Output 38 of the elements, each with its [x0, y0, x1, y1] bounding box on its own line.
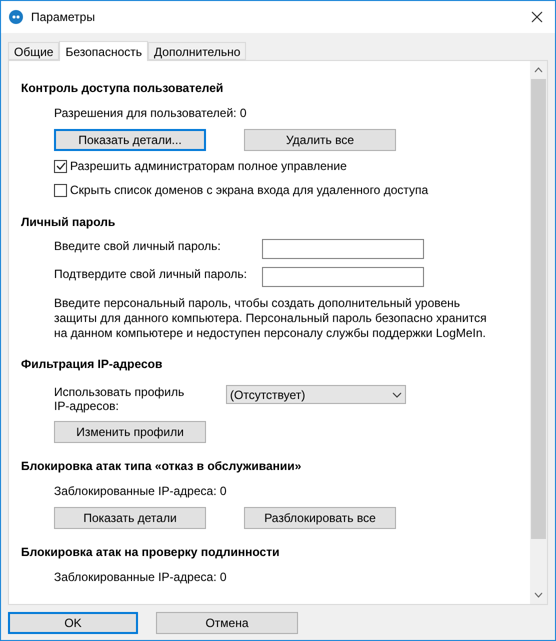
close-icon[interactable]	[531, 11, 543, 23]
section-heading: Личный пароль	[21, 214, 116, 231]
section-heading: Контроль доступа пользователей	[21, 80, 224, 97]
tab[interactable]: Безопасность	[59, 41, 148, 61]
section-heading: Фильтрация IP-адресов	[21, 356, 164, 373]
window-title: Параметры	[31, 9, 95, 26]
tab[interactable]: Общие	[8, 42, 60, 60]
info-text: Заблокированные IP-адреса: 0	[54, 570, 228, 585]
section-heading: Блокировка атак на проверку подлинности	[21, 544, 280, 561]
push-button[interactable]: Отмена	[156, 612, 298, 634]
tab[interactable]: Дополнительно	[148, 42, 246, 60]
info-text: Разрешения для пользователей: 0	[54, 106, 248, 121]
section-heading: Блокировка атак типа «отказ в обслуживании»	[21, 458, 302, 475]
select-label: Использовать профиль IP-адресов:	[54, 385, 186, 413]
password-field[interactable]	[262, 267, 424, 287]
checkbox[interactable]	[54, 160, 67, 172]
profile-dropdown[interactable]: (Отсутствует)	[226, 385, 406, 404]
push-button[interactable]: Разблокировать все	[244, 507, 396, 529]
push-button[interactable]: Удалить все	[244, 129, 396, 151]
push-button[interactable]: OK	[8, 612, 138, 634]
checkmark-icon	[56, 161, 66, 171]
scrollbar-thumb[interactable]	[531, 79, 546, 539]
scroll-down-icon[interactable]	[534, 592, 543, 598]
password-field[interactable]	[262, 239, 424, 259]
chevron-down-icon	[392, 392, 402, 398]
push-button[interactable]: Показать детали	[54, 507, 206, 529]
scrollbar[interactable]	[530, 61, 547, 604]
push-button[interactable]: Показать детали...	[54, 129, 206, 151]
field-label: Введите свой личный пароль:	[54, 238, 222, 255]
scroll-up-icon[interactable]	[534, 67, 543, 73]
checkbox-label: Разрешить администраторам полное управление	[70, 158, 347, 175]
info-text: Заблокированные IP-адреса: 0	[54, 484, 228, 499]
checkbox-label: Скрыть список доменов с экрана входа для удаленного доступа	[70, 182, 428, 199]
checkbox[interactable]	[54, 184, 67, 196]
info-text: Введите персональный пароль, чтобы создать дополнительный уровень защиты для данного компьютера. Персональный пароль безопасно хранится на данном компьютере и недоступен персоналу службы поддержки LogMeIn.	[54, 296, 488, 341]
app-logo-icon	[9, 10, 23, 24]
field-label: Подтвердите свой личный пароль:	[54, 266, 248, 283]
push-button[interactable]: Изменить профили	[54, 421, 206, 443]
